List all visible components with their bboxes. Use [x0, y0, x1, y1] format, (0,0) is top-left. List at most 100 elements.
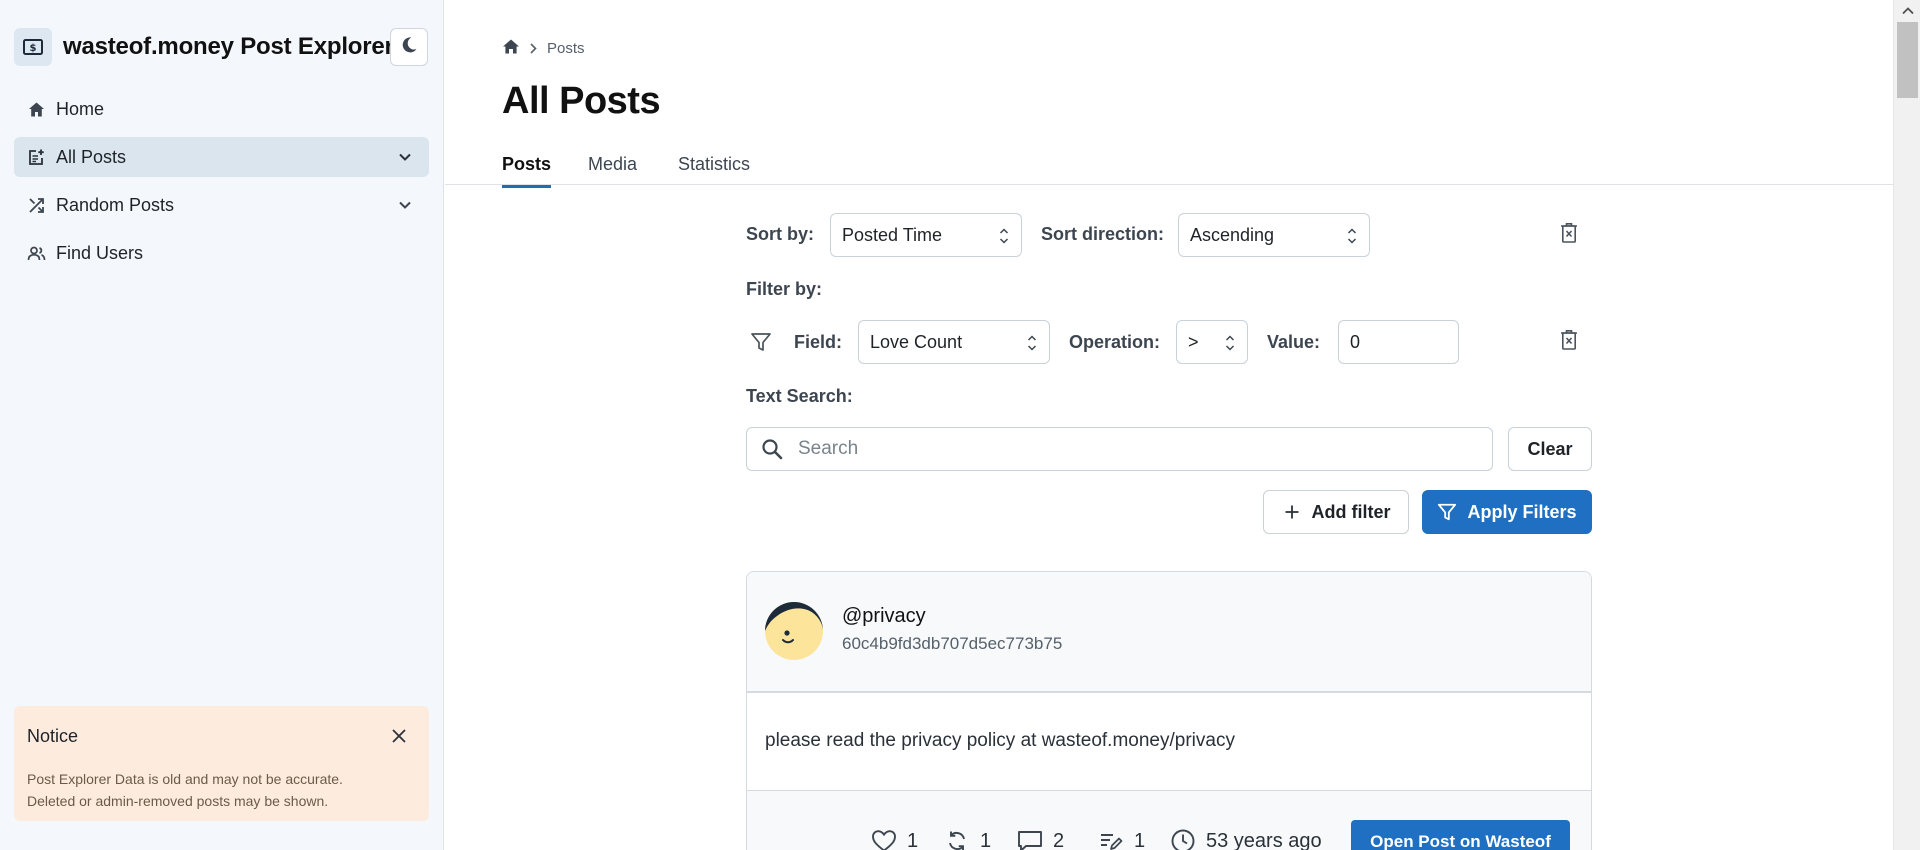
avatar[interactable] [765, 602, 823, 660]
clock-icon [1170, 828, 1196, 850]
search-input[interactable] [798, 438, 1478, 460]
sort-by-label: Sort by: [746, 224, 815, 244]
notice-line: Deleted or admin-removed posts may be sh… [27, 793, 329, 809]
post-id: 60c4b9fd3db707d5ec773b75 [842, 634, 1063, 653]
apply-filters-button[interactable]: Apply Filters [1422, 490, 1592, 534]
open-post-button[interactable]: Open Post on Wasteof [1351, 820, 1570, 850]
trash-x-icon [1560, 329, 1578, 356]
sort-by-value: Posted Time [842, 224, 943, 245]
sidebar-item-all-posts[interactable]: All Posts [14, 137, 429, 177]
add-filter-button[interactable]: Add filter [1263, 490, 1409, 534]
filter-icon [1437, 502, 1457, 522]
post-time: 53 years ago [1170, 828, 1322, 850]
post-body: please read the privacy policy at wasteo… [747, 693, 1591, 791]
revision-count-value: 1 [1134, 829, 1146, 850]
search-box[interactable] [746, 427, 1493, 471]
post-header: @privacy 60c4b9fd3db707d5ec773b75 [747, 572, 1591, 693]
remove-filter-button[interactable] [1554, 327, 1584, 357]
close-icon[interactable] [389, 726, 409, 746]
post-username[interactable]: @privacy [842, 605, 926, 628]
tab-statistics[interactable]: Statistics [678, 154, 750, 185]
select-arrows-icon [999, 226, 1009, 246]
theme-toggle-button[interactable] [390, 28, 428, 66]
sidebar-item-label: All Posts [56, 146, 127, 167]
select-arrows-icon [1027, 333, 1037, 353]
sidebar-item-find-users[interactable]: Find Users [14, 233, 429, 273]
breadcrumb: Posts [502, 38, 585, 59]
sidebar-item-home[interactable]: Home [14, 89, 429, 129]
post-footer: 1 1 2 1 53 years ago Open Post on Wasteo… [747, 791, 1591, 850]
sidebar-item-label: Home [56, 98, 105, 119]
add-post-icon [26, 147, 46, 167]
comment-count-value: 2 [1053, 829, 1065, 850]
edit-list-icon [1098, 828, 1124, 850]
chevron-down-icon[interactable] [395, 195, 415, 215]
notice-title: Notice [27, 726, 79, 746]
field-value: Love Count [870, 331, 963, 352]
comment-count[interactable]: 2 [1017, 828, 1064, 850]
scrollbar[interactable] [1893, 0, 1920, 850]
love-count-value: 1 [907, 829, 919, 850]
love-count[interactable]: 1 [871, 828, 918, 850]
app-root: $ wasteof.money Post Explorer Home All P… [0, 0, 1920, 850]
breadcrumb-current[interactable]: Posts [547, 40, 585, 57]
sort-direction-value: Ascending [1190, 224, 1275, 245]
plus-icon [1282, 502, 1302, 522]
operation-label: Operation: [1069, 332, 1161, 352]
filter-by-label: Filter by: [746, 279, 823, 299]
tab-posts[interactable]: Posts [502, 154, 552, 188]
select-arrows-icon [1347, 226, 1357, 246]
scroll-up-arrow-icon[interactable] [1894, 0, 1920, 22]
operation-select[interactable]: > [1176, 320, 1248, 364]
sort-by-select[interactable]: Posted Time [830, 213, 1022, 257]
chevron-down-icon[interactable] [395, 147, 415, 167]
sidebar-item-label: Random Posts [56, 194, 175, 215]
home-icon [26, 99, 46, 119]
notice-banner: Notice Post Explorer Data is old and may… [14, 706, 429, 821]
repost-count[interactable]: 1 [944, 828, 991, 850]
notice-body: Post Explorer Data is old and may not be… [27, 768, 417, 812]
home-icon[interactable] [502, 38, 520, 59]
clear-sort-button[interactable] [1554, 220, 1584, 250]
svg-text:$: $ [30, 43, 37, 54]
post-text: please read the privacy policy at wasteo… [765, 730, 1235, 751]
chevron-right-icon [530, 43, 537, 54]
sidebar: $ wasteof.money Post Explorer Home All P… [0, 0, 444, 850]
page-title: All Posts [502, 80, 661, 122]
value-text: 0 [1350, 331, 1361, 352]
value-label: Value: [1267, 332, 1321, 352]
clear-button[interactable]: Clear [1508, 427, 1592, 471]
notice-line: Post Explorer Data is old and may not be… [27, 771, 343, 787]
text-search-label: Text Search: [746, 386, 853, 406]
main-content: Posts All Posts Posts Media Statistics S… [445, 0, 1893, 850]
apply-filters-label: Apply Filters [1467, 501, 1577, 522]
select-arrows-icon [1225, 333, 1235, 353]
app-title: wasteof.money Post Explorer [63, 33, 394, 60]
add-filter-label: Add filter [1311, 501, 1391, 522]
sidebar-item-random-posts[interactable]: Random Posts [14, 185, 429, 225]
post-card: @privacy 60c4b9fd3db707d5ec773b75 please… [746, 571, 1592, 850]
repost-icon [944, 828, 970, 850]
sort-direction-select[interactable]: Ascending [1178, 213, 1370, 257]
brand[interactable]: $ wasteof.money Post Explorer [14, 28, 394, 66]
repost-count-value: 1 [980, 829, 992, 850]
filter-icon [746, 327, 776, 357]
moon-icon [399, 35, 419, 60]
sort-direction-label: Sort direction: [1041, 224, 1165, 244]
comment-icon [1017, 828, 1043, 850]
trash-x-icon [1560, 222, 1578, 249]
tab-media[interactable]: Media [588, 154, 637, 185]
search-icon [760, 437, 784, 461]
users-icon [26, 243, 46, 263]
heart-icon [871, 828, 897, 850]
value-input[interactable]: 0 [1338, 320, 1459, 364]
operation-value: > [1188, 331, 1199, 352]
field-select[interactable]: Love Count [858, 320, 1050, 364]
tab-bar: Posts Media Statistics [445, 150, 1893, 188]
money-logo-icon: $ [14, 28, 52, 66]
shuffle-icon [26, 195, 46, 215]
scroll-thumb[interactable] [1897, 22, 1918, 98]
field-label: Field: [794, 332, 842, 352]
post-time-value: 53 years ago [1206, 829, 1322, 850]
revision-count[interactable]: 1 [1098, 828, 1145, 850]
